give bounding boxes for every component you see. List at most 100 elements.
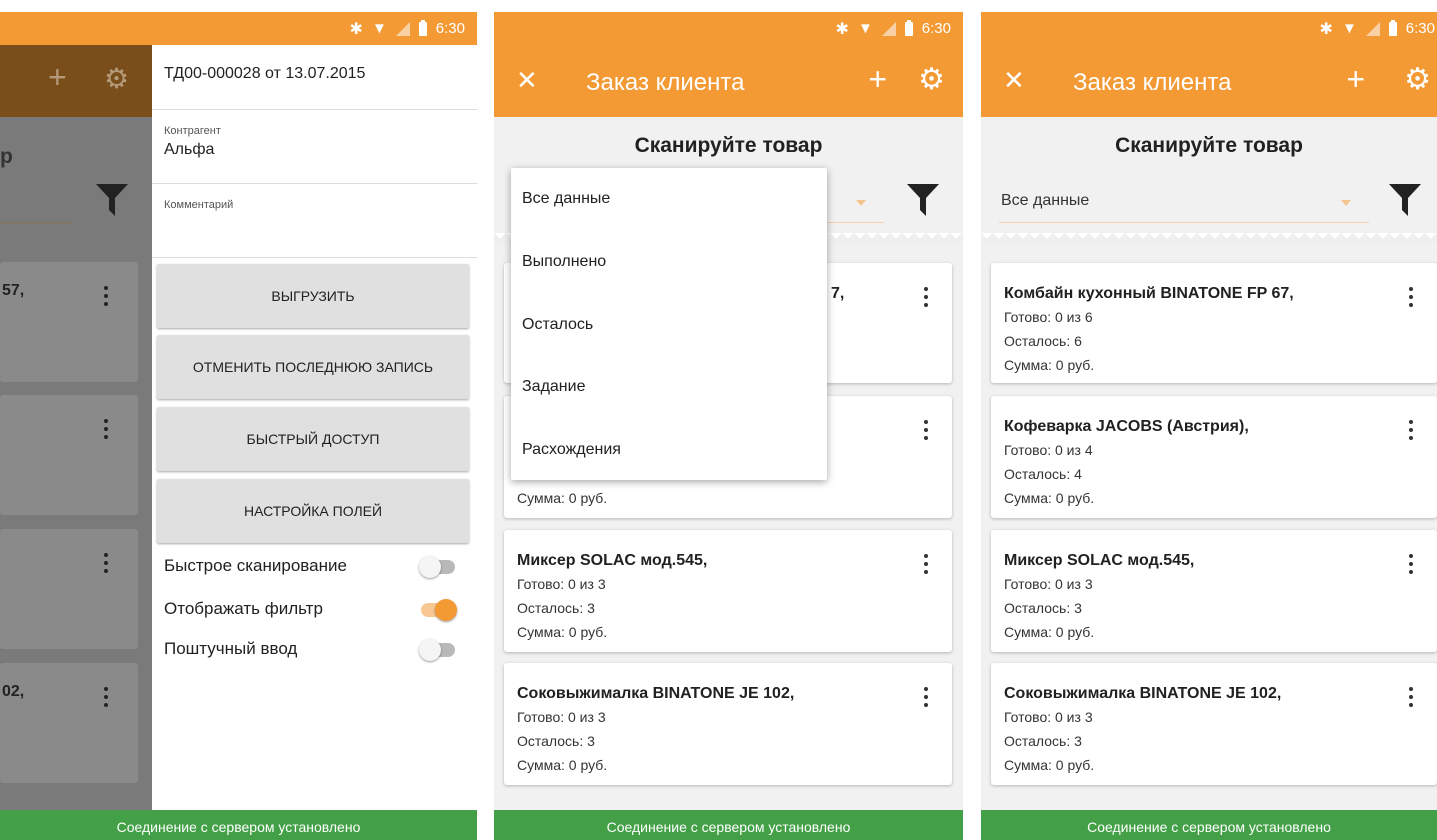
bluetooth-icon: ✱ — [349, 20, 363, 38]
more-icon[interactable] — [924, 420, 928, 444]
battery-icon — [904, 19, 913, 36]
connection-status-bar: Соединение с сервером установлено — [981, 810, 1437, 840]
quick-access-button[interactable]: БЫСТРЫЙ ДОСТУП — [157, 407, 469, 471]
connection-status-bar: Соединение с сервером установлено — [494, 810, 963, 840]
add-icon[interactable]: + — [1346, 61, 1365, 97]
divider — [981, 233, 1437, 245]
contractor-value[interactable]: Альфа — [164, 141, 214, 159]
item-name: Миксер SOLAC мод.545, — [1004, 552, 1195, 569]
unit-input-switch[interactable] — [419, 639, 455, 661]
item-name: Соковыжималка BINATONE JE 102, — [517, 685, 795, 702]
status-time: 6:30 — [1405, 20, 1435, 37]
filter-icon[interactable] — [1387, 180, 1423, 220]
item-left: Осталось: 3 — [517, 600, 595, 616]
list-item[interactable]: Миксер SOLAC мод.545, Готово: 0 из 3 Ост… — [991, 530, 1437, 652]
list-item[interactable]: Комбайн кухонный BINATONE FP 67, Готово:… — [991, 263, 1437, 383]
item-name: Соковыжималка BINATONE JE 102, — [1004, 685, 1282, 702]
status-bar: ✱ ▼ 6:30 — [0, 12, 477, 45]
close-icon[interactable]: ✕ — [516, 65, 538, 95]
item-ready: Готово: 0 из 4 — [1004, 442, 1093, 458]
signal-icon — [881, 21, 896, 36]
switch-knob — [435, 599, 457, 621]
filter-icon — [96, 184, 128, 216]
dimmed-toolbar: + ⚙ — [0, 45, 152, 117]
menu-item-done[interactable]: Выполнено — [522, 253, 606, 271]
item-left: Осталось: 6 — [1004, 333, 1082, 349]
item-left: Осталось: 3 — [1004, 733, 1082, 749]
menu-item-remaining[interactable]: Осталось — [522, 316, 593, 334]
gear-icon: ⚙ — [104, 63, 130, 94]
item-sum: Сумма: 0 руб. — [1004, 490, 1095, 506]
switch-knob — [419, 556, 441, 578]
divider — [152, 183, 477, 184]
field-settings-button[interactable]: НАСТРОЙКА ПОЛЕЙ — [157, 479, 469, 543]
wifi-icon: ▼ — [371, 20, 387, 37]
more-icon[interactable] — [1409, 420, 1413, 444]
bluetooth-icon: ✱ — [1319, 20, 1333, 38]
show-filter-switch[interactable] — [421, 599, 457, 621]
filter-icon[interactable] — [905, 180, 941, 220]
fast-scan-switch[interactable] — [419, 556, 455, 578]
app-toolbar: ✕ Заказ клиента + ⚙ — [494, 45, 963, 117]
screen-filter-menu: ✱ ▼ 6:30 ✕ Заказ клиента + ⚙ Сканируйте … — [494, 12, 963, 840]
item-left: Осталось: 3 — [1004, 600, 1082, 616]
list-item: 57, — [0, 262, 138, 382]
wifi-icon: ▼ — [1341, 20, 1357, 37]
add-icon: + — [48, 59, 67, 95]
chevron-down-icon — [856, 200, 866, 206]
status-time: 6:30 — [921, 20, 951, 37]
toggle-row-fast-scan: Быстрое сканирование — [164, 552, 465, 582]
list-item[interactable]: Миксер SOLAC мод.545, Готово: 0 из 3 Ост… — [504, 530, 952, 652]
undo-last-record-button[interactable]: ОТМЕНИТЬ ПОСЛЕДНЮЮ ЗАПИСЬ — [157, 335, 469, 399]
filter-dropdown-menu: Все данные Выполнено Осталось Задание Ра… — [511, 168, 827, 480]
comment-label: Комментарий — [164, 199, 234, 211]
bluetooth-icon: ✱ — [835, 20, 849, 38]
toolbar-title: Заказ клиента — [1073, 69, 1232, 96]
menu-item-discrepancies[interactable]: Расхождения — [522, 441, 621, 459]
list-item: 02, — [0, 663, 138, 783]
gear-icon[interactable]: ⚙ — [918, 63, 945, 97]
scan-title: Сканируйте товар — [634, 134, 823, 157]
item-name: Миксер SOLAC мод.545, — [517, 552, 708, 569]
more-icon[interactable] — [1409, 554, 1413, 578]
menu-item-all[interactable]: Все данные — [522, 190, 610, 208]
screen-order-list: ✱ ▼ 6:30 ✕ Заказ клиента + ⚙ Сканируйте … — [981, 12, 1437, 840]
scan-title: Сканируйте товар — [1115, 134, 1303, 157]
divider — [152, 109, 477, 110]
list-item — [0, 529, 138, 649]
toggle-label: Отображать фильтр — [164, 599, 323, 618]
list-item[interactable]: Соковыжималка BINATONE JE 102, Готово: 0… — [991, 663, 1437, 785]
more-icon[interactable] — [1409, 287, 1413, 311]
battery-icon — [418, 19, 427, 36]
close-icon[interactable]: ✕ — [1003, 65, 1025, 95]
filter-select[interactable]: Все данные — [999, 182, 1369, 223]
upload-button[interactable]: ВЫГРУЗИТЬ — [157, 264, 469, 328]
list-item[interactable]: Соковыжималка BINATONE JE 102, Готово: 0… — [504, 663, 952, 785]
more-icon[interactable] — [1409, 687, 1413, 711]
add-icon[interactable]: + — [868, 61, 887, 97]
status-bar: ✱ ▼ 6:30 — [494, 12, 963, 45]
more-icon — [104, 687, 108, 707]
item-ready: Готово: 0 из 3 — [1004, 576, 1093, 592]
filter-selected-value: Все данные — [1001, 192, 1090, 209]
wifi-icon: ▼ — [857, 20, 873, 37]
dimmed-background[interactable]: + ⚙ р 57, 02, — [0, 12, 152, 810]
item-ready: Готово: 0 из 3 — [517, 709, 606, 725]
more-icon[interactable] — [924, 687, 928, 711]
navigation-drawer: ТД00-000028 от 13.07.2015 Контрагент Аль… — [152, 45, 477, 810]
more-icon — [104, 286, 108, 306]
list-item[interactable]: Кофеварка JACOBS (Австрия), Готово: 0 из… — [991, 396, 1437, 518]
item-left: Осталось: 3 — [517, 733, 595, 749]
item-name-fragment: 7, — [831, 285, 845, 302]
toggle-row-unit-input: Поштучный ввод — [164, 635, 465, 665]
gear-icon[interactable]: ⚙ — [1404, 63, 1431, 97]
dimmed-content: р 57, 02, — [0, 117, 152, 810]
item-ready: Готово: 0 из 3 — [1004, 709, 1093, 725]
filter-underline — [0, 222, 72, 223]
signal-icon — [395, 21, 410, 36]
more-icon[interactable] — [924, 287, 928, 311]
more-icon[interactable] — [924, 554, 928, 578]
more-icon — [104, 419, 108, 439]
contractor-label: Контрагент — [164, 125, 221, 137]
menu-item-task[interactable]: Задание — [522, 378, 585, 396]
